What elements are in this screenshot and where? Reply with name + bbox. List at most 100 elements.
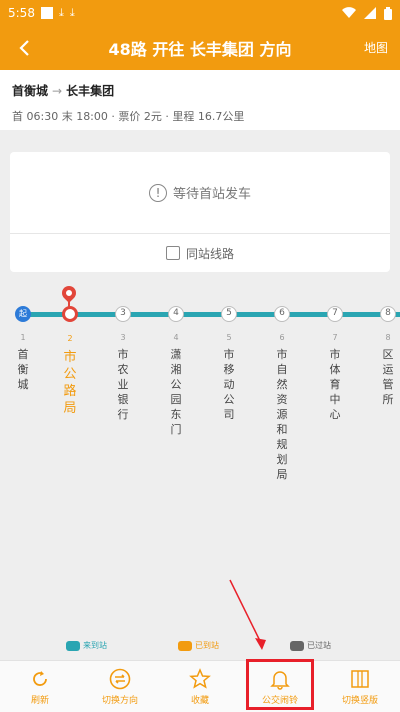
stop-name[interactable]: 1 首衡城: [15, 330, 31, 392]
passed-bus-icon: [290, 640, 304, 651]
download-icon-2: ⤓: [69, 6, 75, 19]
signal-icon: [364, 7, 376, 19]
route-info: 首衡城 → 长丰集团 首 06:30 末 18:00 · 票价 2元 · 里程 16…: [0, 70, 400, 130]
stop-name-char: 公: [170, 378, 182, 391]
stop-name-char: 源: [276, 408, 288, 421]
legend-at-stop: 已到站: [178, 640, 219, 651]
bus-alarm-label: 公交闹铃: [261, 696, 298, 706]
stop-name-char: 城: [17, 378, 29, 391]
stop-number: 7: [332, 333, 338, 342]
page-title: 48路 开往 长丰集团 方向: [108, 40, 292, 59]
legend-arrived-label: 来到站: [83, 641, 107, 650]
route-from: 首衡城: [12, 84, 49, 98]
stop-name-char: 局: [276, 468, 288, 481]
star-icon: [189, 668, 211, 690]
favorite-button[interactable]: 收藏: [160, 661, 240, 712]
stop-name-char: 划: [276, 453, 288, 466]
stop-name[interactable]: 4 潇湘公园东门: [168, 330, 184, 437]
route-details: 首 06:30 末 18:00 · 票价 2元 · 里程 16.7公里: [12, 110, 245, 123]
stop-name-char: 区: [382, 348, 394, 361]
stop-name-char: 农: [117, 363, 129, 376]
bus-alarm-button[interactable]: 公交闹铃: [240, 661, 320, 712]
route-to: 长丰集团: [66, 84, 115, 98]
route-endpoints: 首衡城 → 长丰集团: [12, 82, 388, 99]
stop-name-char: 门: [170, 423, 182, 436]
stop-name-char: 行: [117, 408, 129, 421]
stop-marker[interactable]: 8: [380, 306, 396, 322]
stop-name-char: 动: [223, 378, 235, 391]
stop-name-char: 和: [276, 423, 288, 436]
stop-marker[interactable]: 5: [221, 306, 237, 322]
refresh-icon: [29, 668, 51, 690]
stop-name-char: 局: [63, 401, 77, 416]
stop-name-char: 司: [223, 408, 235, 421]
stop-number: 2: [67, 334, 73, 343]
stop-name-char: 市: [223, 348, 235, 361]
stop-marker[interactable]: 7: [327, 306, 343, 322]
stop-name-char: 湘: [170, 363, 182, 376]
stop-name[interactable]: 6 市自然资源和规划局: [274, 330, 290, 482]
stop-name-char: 移: [223, 363, 235, 376]
legend-at-stop-label: 已到站: [195, 641, 219, 650]
route-arrow: →: [52, 84, 63, 98]
stop-name[interactable]: 3 市农业银行: [115, 330, 131, 422]
stop-marker[interactable]: [62, 306, 78, 322]
stop-name-char: 中: [329, 393, 341, 406]
download-icon: ⤓: [58, 6, 64, 19]
legend-passed: 已过站: [290, 640, 331, 651]
vertical-layout-icon: [349, 668, 371, 690]
stop-name-char: 心: [329, 408, 341, 421]
stop-name[interactable]: 8 区运管所: [380, 330, 396, 407]
legend-arrived: 来到站: [66, 640, 107, 651]
status-time: 5:58: [8, 6, 35, 20]
wifi-icon: [342, 7, 356, 19]
switch-direction-button[interactable]: 切换方向: [80, 661, 160, 712]
favorite-label: 收藏: [190, 696, 209, 706]
stop-number: 8: [385, 333, 391, 342]
stop-name[interactable]: 7 市体育中心: [327, 330, 343, 422]
stop-name-char: 公: [223, 393, 235, 406]
stop-name-char: 所: [382, 393, 394, 406]
stop-name[interactable]: 5 市移动公司: [221, 330, 237, 422]
vertical-layout-label: 切换竖版: [341, 696, 378, 706]
stop-name-char: 东: [170, 408, 182, 421]
legend: 来到站 已到站 已过站: [0, 640, 400, 656]
bus-stop-icon: [165, 246, 180, 260]
stop-name-char: 规: [276, 438, 288, 451]
same-station-lines-button[interactable]: 同站线路: [10, 234, 390, 272]
stop-name-char: 公: [63, 367, 77, 382]
info-icon: !: [148, 183, 167, 202]
stop-number: 4: [173, 333, 179, 342]
stop-marker[interactable]: 起: [15, 306, 31, 322]
app-bar: 48路 开往 长丰集团 方向 地图: [0, 26, 400, 70]
map-button[interactable]: 地图: [364, 39, 388, 56]
switch-direction-label: 切换方向: [101, 696, 138, 706]
stop-name[interactable]: 2 市公路局: [62, 330, 78, 417]
stop-name-char: 市: [63, 350, 77, 365]
stop-marker[interactable]: 6: [274, 306, 290, 322]
stop-name-char: 业: [117, 378, 129, 391]
stop-name-char: 然: [276, 378, 288, 391]
vertical-layout-button[interactable]: 切换竖版: [320, 661, 400, 712]
stop-name-char: 资: [276, 393, 288, 406]
notification-icon: [40, 7, 53, 19]
bell-icon: [269, 668, 291, 690]
stop-name-char: 园: [170, 393, 182, 406]
stop-name-char: 银: [117, 393, 129, 406]
stop-marker[interactable]: 3: [115, 306, 131, 322]
stop-name-char: 首: [17, 348, 29, 361]
waiting-status: ! 等待首站发车: [10, 152, 390, 234]
stop-name-char: 管: [382, 378, 394, 391]
stop-name-char: 运: [382, 363, 394, 376]
switch-direction-icon: [109, 668, 131, 690]
stop-number: 5: [226, 333, 232, 342]
stop-name-char: 自: [276, 363, 288, 376]
same-station-label: 同站线路: [185, 246, 234, 261]
legend-passed-label: 已过站: [307, 641, 331, 650]
stop-name-char: 市: [117, 348, 129, 361]
stop-marker[interactable]: 4: [168, 306, 184, 322]
battery-icon: [384, 6, 392, 20]
refresh-button[interactable]: 刷新: [0, 661, 80, 712]
waiting-message: 等待首站发车: [172, 187, 251, 202]
bottom-toolbar: 刷新 切换方向 收藏 公交闹铃 切换竖版: [0, 660, 400, 712]
